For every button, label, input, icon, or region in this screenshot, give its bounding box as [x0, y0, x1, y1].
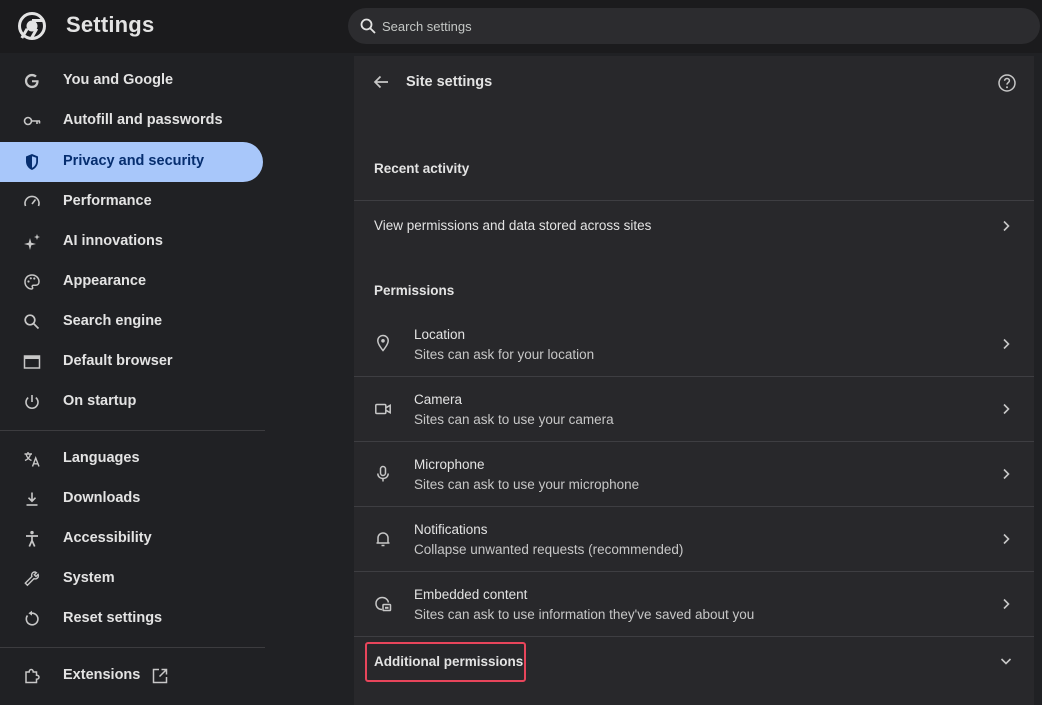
sidebar-item-appearance[interactable]: Appearance [0, 262, 263, 302]
sidebar-item-label: Appearance [63, 273, 147, 289]
permission-subtitle: Collapse unwanted requests (recommended) [414, 542, 684, 557]
sidebar-item-label: Privacy and security [63, 153, 205, 169]
wrench-icon [22, 569, 42, 589]
bell-icon [374, 530, 392, 548]
sidebar-item-extensions[interactable]: Extensions [0, 656, 263, 696]
permission-title: Location [414, 327, 466, 342]
help-icon[interactable] [997, 73, 1017, 93]
key-icon [22, 111, 42, 131]
permission-row-location[interactable]: Location Sites can ask for your location [354, 311, 1034, 376]
power-icon [22, 392, 42, 412]
sidebar-item-default-browser[interactable]: Default browser [0, 342, 263, 382]
panel-header: Site settings [354, 56, 1034, 110]
chevron-right-icon [999, 467, 1013, 481]
permission-title: Embedded content [414, 587, 528, 602]
sidebar-item-system[interactable]: System [0, 559, 263, 599]
sidebar-item-performance[interactable]: Performance [0, 182, 263, 222]
sidebar-item-reset-settings[interactable]: Reset settings [0, 599, 263, 639]
reset-icon [22, 609, 42, 629]
permission-row-camera[interactable]: Camera Sites can ask to use your camera [354, 376, 1034, 441]
sidebar-item-ai-innovations[interactable]: AI innovations [0, 222, 263, 262]
permission-row-microphone[interactable]: Microphone Sites can ask to use your mic… [354, 441, 1034, 506]
chevron-right-icon [999, 337, 1013, 351]
download-icon [22, 489, 42, 509]
sidebar-item-languages[interactable]: Languages [0, 439, 263, 479]
page-title: Site settings [406, 74, 493, 90]
sidebar-item-label: You and Google [63, 72, 174, 88]
sidebar-item-privacy-and-security[interactable]: Privacy and security [0, 142, 263, 182]
sidebar-item-on-startup[interactable]: On startup [0, 382, 263, 422]
camera-icon [374, 400, 392, 418]
chevron-right-icon [999, 402, 1013, 416]
embedded-content-icon [374, 595, 392, 613]
sidebar-item-label: Autofill and passwords [63, 112, 223, 128]
chevron-right-icon [999, 597, 1013, 611]
sidebar-item-label: Accessibility [63, 530, 152, 546]
search-input[interactable] [382, 8, 1022, 44]
sidebar-divider [0, 430, 265, 431]
puzzle-icon [22, 666, 42, 686]
search-bar[interactable] [348, 8, 1040, 44]
permission-subtitle: Sites can ask to use information they've… [414, 607, 755, 622]
search-icon [360, 18, 376, 34]
permission-row-notifications[interactable]: Notifications Collapse unwanted requests… [354, 506, 1034, 571]
permission-title: Notifications [414, 522, 488, 537]
back-arrow-icon[interactable] [372, 73, 390, 91]
view-permissions-row[interactable]: View permissions and data stored across … [354, 201, 1034, 257]
sidebar-item-label: AI innovations [63, 233, 163, 249]
sidebar-item-accessibility[interactable]: Accessibility [0, 519, 263, 559]
sidebar-item-downloads[interactable]: Downloads [0, 479, 263, 519]
microphone-icon [374, 465, 392, 483]
sidebar-item-label: Search engine [63, 313, 163, 329]
sidebar-divider [0, 647, 265, 648]
top-bar: Settings [0, 0, 1042, 53]
sidebar-item-label: On startup [63, 393, 137, 409]
permission-title: Camera [414, 392, 463, 407]
palette-icon [22, 272, 42, 292]
site-settings-panel: Site settings Recent activity View permi… [354, 56, 1034, 705]
chrome-logo-icon [18, 12, 46, 40]
view-permissions-label: View permissions and data stored across … [374, 218, 652, 233]
permission-title: Microphone [414, 457, 485, 472]
sidebar-item-label: Default browser [63, 353, 173, 369]
permissions-heading: Permissions [374, 283, 455, 298]
permission-subtitle: Sites can ask to use your camera [414, 412, 614, 427]
sidebar-item-label: System [63, 570, 115, 586]
sidebar: You and Google Autofill and passwords Pr… [0, 53, 265, 705]
app-title: Settings [66, 12, 155, 37]
shield-icon [22, 152, 42, 172]
sidebar-item-label: Reset settings [63, 610, 163, 626]
sidebar-item-label: Languages [63, 450, 140, 466]
translate-icon [22, 449, 42, 469]
location-pin-icon [374, 334, 392, 352]
additional-permissions-label[interactable]: Additional permissions [374, 654, 523, 669]
chevron-right-icon [999, 532, 1013, 546]
recent-activity-heading: Recent activity [374, 161, 470, 176]
sidebar-item-label: Downloads [63, 490, 141, 506]
open-in-new-icon[interactable] [151, 667, 169, 685]
google-g-icon [22, 71, 42, 91]
permission-subtitle: Sites can ask for your location [414, 347, 595, 362]
browser-window-icon [22, 352, 42, 372]
permission-row-embedded-content[interactable]: Embedded content Sites can ask to use in… [354, 571, 1034, 636]
chevron-right-icon [999, 219, 1013, 233]
sidebar-item-label: Performance [63, 193, 152, 209]
chevron-down-icon [999, 654, 1013, 668]
sidebar-item-search-engine[interactable]: Search engine [0, 302, 263, 342]
permission-subtitle: Sites can ask to use your microphone [414, 477, 640, 492]
speedometer-icon [22, 192, 42, 212]
sidebar-item-you-and-google[interactable]: You and Google [0, 61, 263, 101]
sidebar-item-label: Extensions [63, 667, 141, 683]
sparkle-icon [22, 232, 42, 252]
accessibility-icon [22, 529, 42, 549]
sidebar-item-autofill-and-passwords[interactable]: Autofill and passwords [0, 101, 263, 141]
search-icon [22, 312, 42, 332]
